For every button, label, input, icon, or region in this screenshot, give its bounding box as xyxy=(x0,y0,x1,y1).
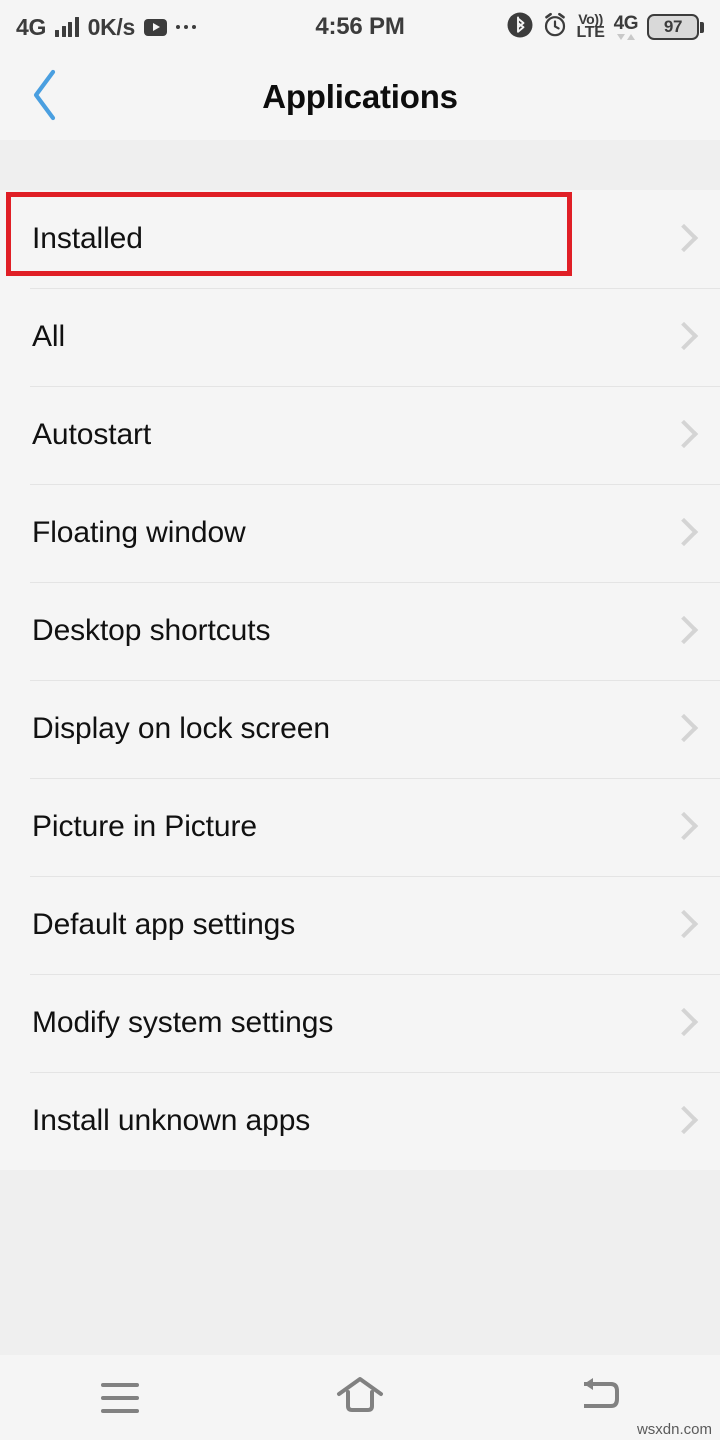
battery-level-label: 97 xyxy=(663,17,683,36)
settings-list: Installed All Autostart Floating window Desk… xyxy=(0,190,720,1170)
youtube-icon xyxy=(143,18,167,36)
list-item-label: Desktop shortcuts xyxy=(32,614,271,647)
nav-menu-button[interactable] xyxy=(0,1355,240,1440)
list-item-label: Modify system settings xyxy=(32,1006,334,1039)
status-bar: 4G 0K/s 4:56 PM Vo)) LTE 4G 97 xyxy=(0,0,720,54)
alarm-icon xyxy=(542,12,568,43)
chevron-right-icon xyxy=(672,1105,690,1137)
status-bar-right: Vo)) LTE 4G 97 xyxy=(507,12,704,43)
chevron-right-icon xyxy=(672,517,690,549)
mobile-data-icon: 4G xyxy=(613,13,639,40)
list-item-label: Picture in Picture xyxy=(32,810,257,843)
home-icon xyxy=(334,1373,386,1422)
chevron-right-icon xyxy=(672,615,690,647)
list-item[interactable]: All xyxy=(0,288,720,386)
watermark-label: wsxdn.com xyxy=(636,1421,712,1438)
navigation-bar: wsxdn.com xyxy=(0,1355,720,1440)
list-item-label: Display on lock screen xyxy=(32,712,330,745)
volte-bottom-label: LTE xyxy=(576,24,605,42)
list-item[interactable]: Floating window xyxy=(0,484,720,582)
list-item-label: Default app settings xyxy=(32,908,296,941)
data-rate-label: 0K/s xyxy=(87,13,136,40)
list-item[interactable]: Default app settings xyxy=(0,876,720,974)
network-type-label: 4G xyxy=(16,13,47,40)
chevron-right-icon xyxy=(672,223,690,255)
page-header: Applications xyxy=(0,54,720,140)
overflow-dots-icon xyxy=(175,24,197,30)
list-item[interactable]: Desktop shortcuts xyxy=(0,582,720,680)
phone-screen: 4G 0K/s 4:56 PM Vo)) LTE 4G 97 Applicati… xyxy=(0,0,720,1440)
list-item[interactable]: Modify system settings xyxy=(0,974,720,1072)
chevron-right-icon xyxy=(672,321,690,353)
list-item[interactable]: Display on lock screen xyxy=(0,680,720,778)
list-item[interactable]: Installed xyxy=(0,190,720,288)
menu-icon xyxy=(101,1382,139,1413)
list-item-label: Install unknown apps xyxy=(32,1104,311,1137)
page-title: Applications xyxy=(262,78,458,115)
status-bar-left: 4G 0K/s xyxy=(16,13,197,40)
list-item-label: All xyxy=(32,320,66,353)
list-item-label: Floating window xyxy=(32,516,246,549)
battery-icon: 97 xyxy=(647,14,704,40)
bluetooth-icon xyxy=(507,12,533,43)
back-icon xyxy=(575,1374,625,1421)
data-arrows-icon xyxy=(616,34,635,40)
volte-icon: Vo)) LTE xyxy=(576,12,605,42)
list-item[interactable]: Autostart xyxy=(0,386,720,484)
section-gap xyxy=(0,140,720,190)
signal-bars-icon xyxy=(55,17,79,37)
chevron-right-icon xyxy=(672,811,690,843)
list-item[interactable]: Install unknown apps xyxy=(0,1072,720,1170)
list-item-label: Installed xyxy=(32,222,143,255)
chevron-right-icon xyxy=(672,713,690,745)
chevron-right-icon xyxy=(672,1007,690,1039)
chevron-right-icon xyxy=(672,909,690,941)
nav-home-button[interactable] xyxy=(240,1355,480,1440)
chevron-right-icon xyxy=(672,419,690,451)
chevron-left-icon xyxy=(28,68,62,127)
page-filler xyxy=(0,1170,720,1355)
back-button[interactable] xyxy=(0,54,90,140)
list-item[interactable]: Picture in Picture xyxy=(0,778,720,876)
list-item-label: Autostart xyxy=(32,418,152,451)
mobile-data-label: 4G xyxy=(613,13,639,34)
